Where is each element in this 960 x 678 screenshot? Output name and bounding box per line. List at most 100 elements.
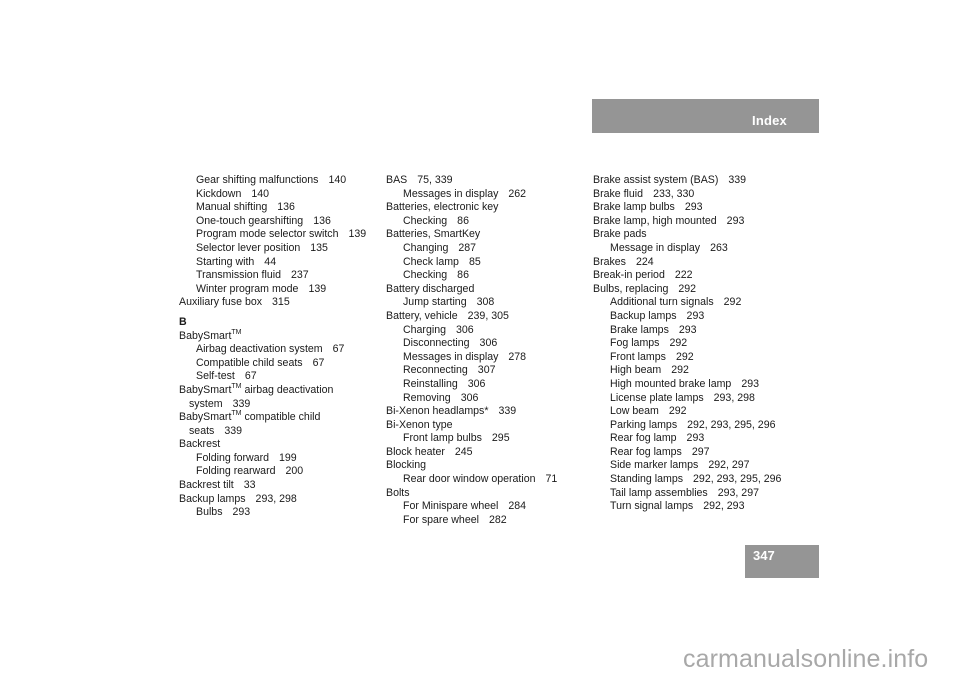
index-column-2: BAS 75, 339 Messages in display 262 Batterie… bbox=[386, 174, 557, 527]
entry-term: Brake assist system (BAS) bbox=[593, 174, 719, 186]
index-subentry: Front lamps 292 bbox=[593, 351, 781, 365]
entry-term: BabySmart bbox=[179, 411, 232, 424]
entry-term: Bi-Xenon headlamps* bbox=[386, 405, 489, 418]
entry-term: Bulbs, replacing bbox=[593, 282, 669, 295]
entry-term: Reinstalling bbox=[403, 377, 458, 390]
page-number: 347 bbox=[753, 548, 775, 563]
page-reference: 222 bbox=[674, 269, 693, 282]
page-reference: 292, 293, 295, 296 bbox=[693, 473, 782, 486]
page-reference: 44 bbox=[264, 255, 277, 268]
index-subentry: Checking 86 bbox=[386, 215, 557, 229]
entry-term-rest: airbag deactivation bbox=[241, 383, 334, 396]
page-reference: 339 bbox=[728, 174, 747, 186]
entry-term: Manual shifting bbox=[196, 201, 268, 214]
index-subentry: Transmission fluid 237 bbox=[179, 269, 366, 283]
index-entry: BabySmartTM bbox=[179, 328, 366, 344]
page-reference: 306 bbox=[479, 337, 498, 350]
entry-term: Reconnecting bbox=[403, 364, 468, 377]
trademark-mark: TM bbox=[231, 328, 242, 336]
entry-term: Charging bbox=[403, 323, 446, 336]
entry-term: Front lamp bulbs bbox=[403, 432, 482, 445]
index-subentry: Low beam 292 bbox=[593, 405, 781, 419]
page-reference: 339 bbox=[498, 405, 517, 418]
entry-term: Front lamps bbox=[610, 350, 666, 363]
index-subentry: Starting with 44 bbox=[179, 256, 366, 270]
index-entry: Backrest tilt 33 bbox=[179, 479, 366, 493]
index-entry: Brake fluid 233, 330 bbox=[593, 188, 781, 202]
entry-term: Batteries, electronic key bbox=[386, 201, 499, 214]
page-reference: 67 bbox=[332, 343, 345, 356]
index-entry: Battery, vehicle 239, 305 bbox=[386, 310, 557, 324]
entry-term: Selector lever position bbox=[196, 241, 301, 254]
index-subentry: Folding forward 199 bbox=[179, 452, 366, 466]
entry-term: Fog lamps bbox=[610, 337, 660, 350]
page-reference: 293 bbox=[684, 201, 703, 214]
index-column-1: Gear shifting malfunctions 140 Kickdown 140… bbox=[179, 174, 366, 520]
page-reference: 293, 297 bbox=[717, 486, 759, 499]
entry-term: Backrest bbox=[179, 438, 221, 451]
entry-term: Block heater bbox=[386, 445, 445, 458]
index-subentry: Turn signal lamps 292, 293 bbox=[593, 500, 781, 514]
page-reference: 239, 305 bbox=[467, 309, 509, 322]
index-subentry: Manual shifting 136 bbox=[179, 201, 366, 215]
page-reference: 308 bbox=[476, 296, 495, 309]
page-reference: 140 bbox=[251, 187, 270, 200]
index-subentry: Front lamp bulbs 295 bbox=[386, 432, 557, 446]
index-entry: Brakes 224 bbox=[593, 256, 781, 270]
page-reference: 293 bbox=[686, 432, 705, 445]
page-reference: 315 bbox=[272, 296, 290, 309]
index-entry: Battery discharged bbox=[386, 283, 557, 297]
page-reference: 292, 293 bbox=[703, 500, 745, 513]
index-entry: Bulbs, replacing 292 bbox=[593, 283, 781, 297]
page-reference: 292 bbox=[723, 296, 742, 309]
entry-term: Compatible child seats bbox=[196, 356, 303, 369]
page-reference: 86 bbox=[457, 269, 469, 282]
page-reference: 139 bbox=[348, 228, 367, 241]
entry-term: Rear fog lamp bbox=[610, 432, 677, 445]
entry-term: Check lamp bbox=[403, 255, 459, 268]
index-subentry: Changing 287 bbox=[386, 242, 557, 256]
index-subentry: Rear door window operation 71 bbox=[386, 473, 557, 487]
page-reference: 224 bbox=[635, 255, 654, 268]
entry-term: Additional turn signals bbox=[610, 296, 714, 309]
entry-term: Checking bbox=[403, 214, 448, 227]
page-reference: 306 bbox=[467, 377, 486, 390]
page-reference: 67 bbox=[312, 356, 325, 369]
page-reference: 292 bbox=[668, 405, 687, 418]
trademark-mark: TM bbox=[231, 382, 242, 390]
index-subentry: Reconnecting 307 bbox=[386, 364, 557, 378]
index-subentry: Additional turn signals 292 bbox=[593, 296, 781, 310]
entry-term: Batteries, SmartKey bbox=[386, 228, 481, 241]
index-subentry: Checking 86 bbox=[386, 269, 557, 283]
entry-term: Changing bbox=[403, 241, 449, 254]
index-subentry: One-touch gearshifting 136 bbox=[179, 215, 366, 229]
page-reference: 139 bbox=[308, 282, 327, 295]
index-subentry: Bulbs 293 bbox=[179, 506, 366, 520]
entry-term: Blocking bbox=[386, 459, 427, 472]
page-reference: 287 bbox=[458, 241, 477, 254]
page-reference: 233, 330 bbox=[653, 187, 695, 200]
page-reference: 75, 339 bbox=[417, 174, 453, 186]
index-subentry: Messages in display 262 bbox=[386, 188, 557, 202]
index-subentry: Gear shifting malfunctions 140 bbox=[179, 174, 366, 188]
page-reference: 200 bbox=[285, 465, 304, 478]
entry-term: For Minispare wheel bbox=[403, 500, 499, 513]
index-subentry: Standing lamps 292, 293, 295, 296 bbox=[593, 473, 781, 487]
index-subentry: Reinstalling 306 bbox=[386, 378, 557, 392]
page-reference: 293, 298 bbox=[713, 391, 755, 404]
index-entry: Break-in period 222 bbox=[593, 269, 781, 283]
index-subentry: Compatible child seats 67 bbox=[179, 357, 366, 371]
page-reference: 263 bbox=[710, 241, 728, 254]
page-reference: 339 bbox=[224, 424, 243, 437]
entry-term: Brakes bbox=[593, 255, 626, 268]
section-title: Index bbox=[752, 113, 787, 128]
entry-term: Kickdown bbox=[196, 187, 242, 200]
page-reference: 292, 297 bbox=[708, 459, 750, 472]
entry-term: Parking lamps bbox=[610, 418, 678, 431]
index-subentry: Backup lamps 293 bbox=[593, 310, 781, 324]
entry-term: Battery discharged bbox=[386, 282, 475, 295]
entry-term: Rear door window operation bbox=[403, 473, 536, 486]
page-reference: 293 bbox=[741, 377, 759, 390]
entry-term: One-touch gearshifting bbox=[196, 214, 304, 227]
index-subentry: High beam 292 bbox=[593, 364, 781, 378]
